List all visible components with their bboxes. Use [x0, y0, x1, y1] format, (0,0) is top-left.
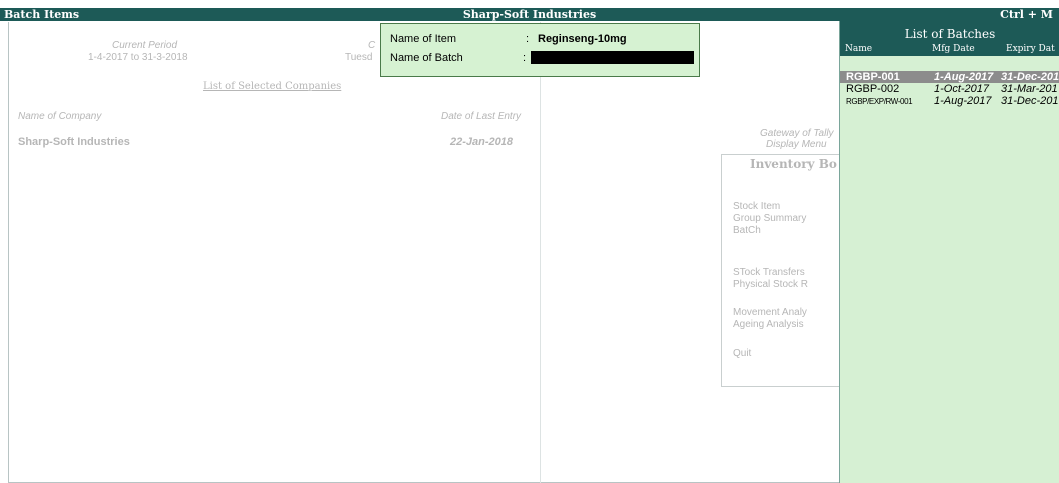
batch-expiry-date: 31-Dec-201 — [1001, 95, 1059, 107]
name-of-batch-label: Name of Batch — [390, 52, 463, 64]
gateway-label: Gateway of Tally — [760, 128, 834, 139]
inventory-books-menu: Inventory Bo Stock Item Group Summary Ba… — [721, 154, 839, 387]
batch-row[interactable]: RGBP/EXP/RW-001 1-Aug-2017 31-Dec-201 — [840, 95, 1059, 107]
list-of-batches-panel: List of Batches Name Mfg Date Expiry Dat… — [839, 21, 1059, 483]
menu-item-movement-analysis[interactable]: Movement Analy — [733, 307, 807, 318]
display-menu-label: Display Menu — [766, 139, 827, 150]
column-name: Name — [845, 44, 873, 54]
background-gateway-screen — [8, 22, 839, 483]
name-of-batch-input[interactable] — [531, 51, 694, 64]
menu-item-quit[interactable]: Quit — [733, 348, 751, 359]
menu-item-batch[interactable]: BatCh — [733, 225, 761, 236]
batch-mfg-date: 1-Aug-2017 — [934, 71, 994, 83]
batches-title: List of Batches — [904, 27, 996, 41]
batch-row[interactable]: RGBP-002 1-Oct-2017 31-Mar-201 — [840, 83, 1059, 95]
batch-colon: : — [523, 52, 527, 64]
company-title: Sharp-Soft Industries — [462, 8, 597, 21]
menu-item-stock-transfers[interactable]: STock Transfers — [733, 267, 805, 278]
panel-divider — [540, 22, 541, 483]
menu-item-stock-item[interactable]: Stock Item — [733, 201, 780, 212]
shortcut-hint: Ctrl + M — [1000, 8, 1053, 21]
batch-row-selected[interactable]: RGBP-001 1-Aug-2017 31-Dec-201 — [840, 71, 1059, 83]
menu-item-physical-stock[interactable]: Physical Stock R — [733, 279, 808, 290]
current-date-label: C — [368, 40, 376, 51]
batch-expiry-date: 31-Dec-201 — [1001, 71, 1059, 83]
current-period-label: Current Period — [112, 40, 178, 51]
batch-name: RGBP-002 — [846, 83, 900, 95]
company-name[interactable]: Sharp-Soft Industries — [18, 136, 130, 148]
column-mfg-date: Mfg Date — [932, 44, 975, 54]
current-period-value: 1-4-2017 to 31-3-2018 — [88, 52, 188, 63]
batch-name: RGBP/EXP/RW-001 — [846, 97, 913, 106]
batch-name: RGBP-001 — [846, 71, 900, 83]
batch-mfg-date: 1-Oct-2017 — [934, 83, 990, 95]
batches-header: List of Batches Name Mfg Date Expiry Dat — [840, 21, 1059, 56]
batch-selection-popup: Name of Item : Reginseng-10mg Name of Ba… — [380, 23, 700, 77]
list-selected-companies-heading: List of Selected Companies — [203, 81, 342, 92]
date-of-last-entry-label: Date of Last Entry — [441, 111, 522, 122]
batch-mfg-date: 1-Aug-2017 — [934, 95, 992, 107]
company-last-entry: 22-Jan-2018 — [450, 136, 513, 148]
name-of-company-label: Name of Company — [18, 111, 102, 122]
menu-item-group-summary[interactable]: Group Summary — [733, 213, 806, 224]
inventory-books-title: Inventory Bo — [750, 157, 837, 171]
name-of-item-label: Name of Item — [390, 33, 457, 45]
title-bar: Batch Items Sharp-Soft Industries Ctrl +… — [0, 8, 1059, 21]
current-date-value: Tuesd — [345, 52, 373, 63]
menu-item-ageing-analysis[interactable]: Ageing Analysis — [733, 319, 804, 330]
column-expiry-date: Expiry Dat — [1006, 44, 1055, 54]
item-colon: : — [526, 33, 530, 45]
name-of-item-value: Reginseng-10mg — [538, 33, 627, 45]
batch-expiry-date: 31-Mar-201 — [1001, 83, 1058, 95]
